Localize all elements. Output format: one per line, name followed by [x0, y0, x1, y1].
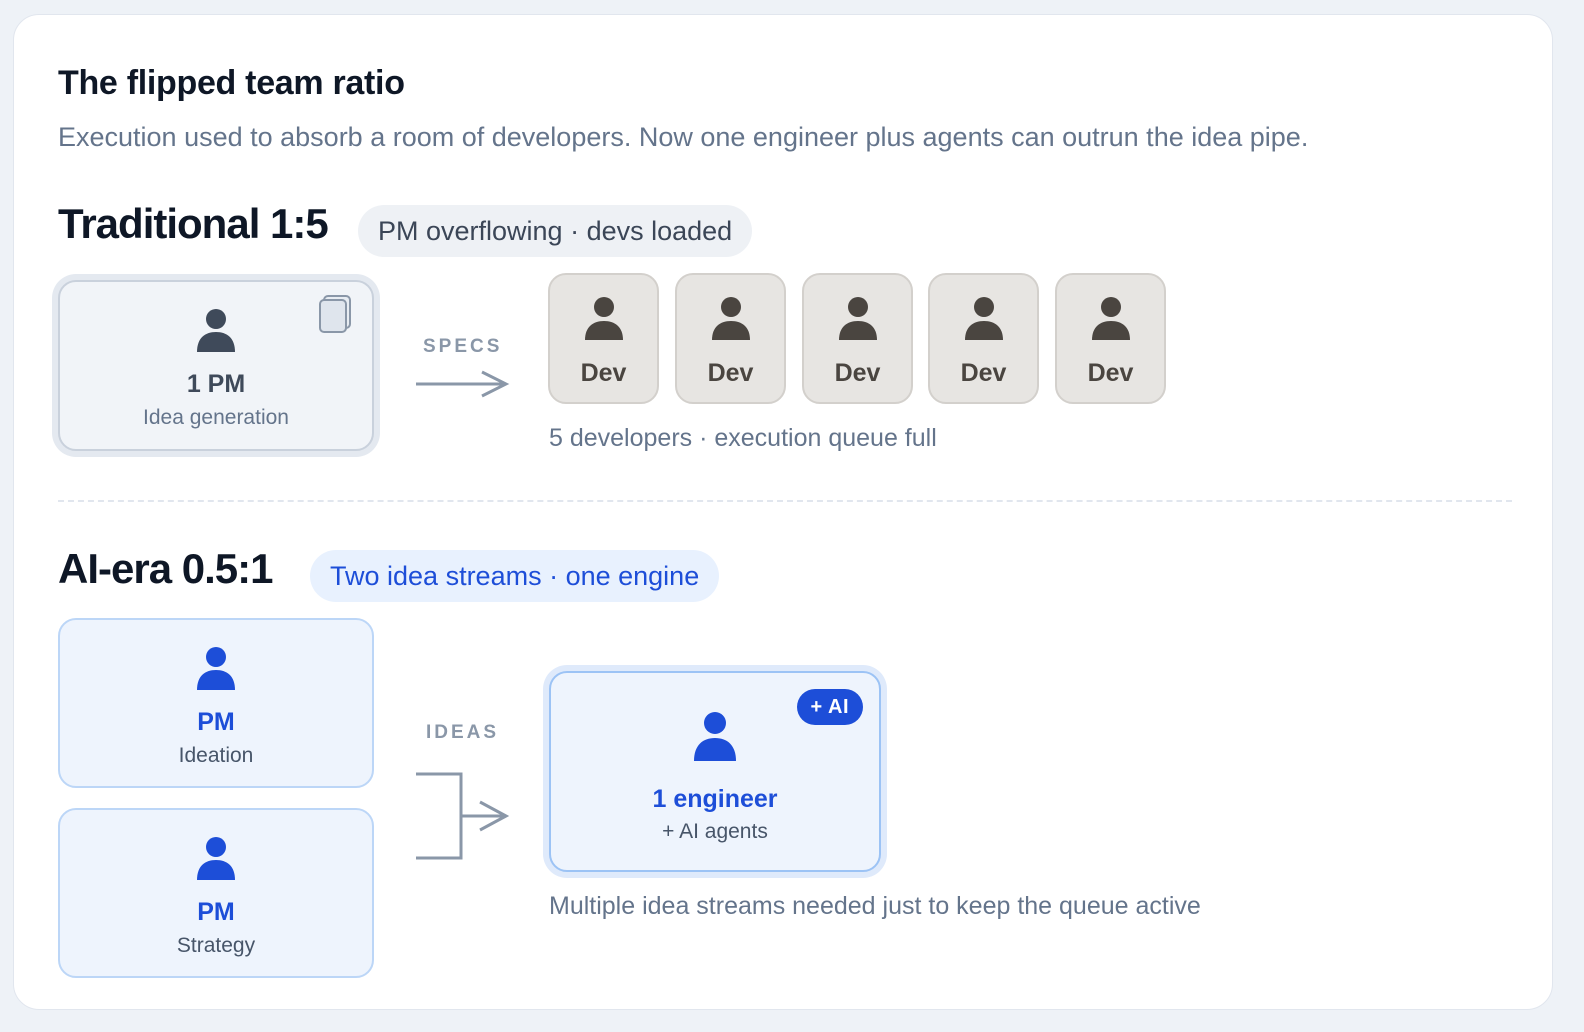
- ai-badge: + AI: [796, 689, 863, 725]
- person-icon: [197, 837, 235, 880]
- section-divider: [58, 500, 1512, 502]
- page-title: The flipped team ratio: [58, 64, 405, 102]
- pm-ideation-sublabel: Ideation: [178, 744, 254, 767]
- dev-card: Dev: [802, 273, 913, 404]
- pm-strategy-label: PM: [197, 898, 235, 926]
- merge-arrow-icon: [416, 772, 510, 860]
- pm-sublabel: Idea generation: [143, 406, 289, 429]
- pm-strategy-sublabel: Strategy: [176, 934, 256, 957]
- ideas-label: IDEAS: [426, 722, 500, 743]
- ai-era-caption: Multiple idea streams needed just to kee…: [549, 892, 1201, 920]
- person-icon: [964, 297, 1003, 340]
- pm-ideation-box: PM Ideation: [58, 618, 374, 788]
- pm-ideation-label: PM: [197, 708, 235, 736]
- specs-label: SPECS: [423, 336, 503, 357]
- pm-strategy-box: PM Strategy: [58, 808, 374, 978]
- ai-era-heading: AI-era 0.5:1: [58, 545, 273, 592]
- arrow-right-icon: [416, 370, 510, 398]
- person-icon: [838, 297, 877, 340]
- person-icon: [197, 647, 235, 690]
- traditional-heading: Traditional 1:5: [58, 200, 329, 247]
- dev-card: Dev: [1055, 273, 1166, 404]
- pm-label: 1 PM: [186, 370, 246, 398]
- page-subtitle: Execution used to absorb a room of devel…: [58, 122, 1309, 152]
- dev-label: Dev: [1087, 359, 1134, 387]
- ai-era-status-pill: Two idea streams · one engine: [310, 550, 720, 602]
- document-stack-icon: [319, 295, 351, 333]
- dev-card: Dev: [548, 273, 659, 404]
- person-icon: [197, 309, 235, 352]
- dev-card: Dev: [928, 273, 1039, 404]
- dev-label: Dev: [580, 359, 627, 387]
- person-icon: [1091, 297, 1130, 340]
- dev-label: Dev: [834, 359, 881, 387]
- dev-label: Dev: [960, 359, 1007, 387]
- person-icon: [711, 297, 750, 340]
- dev-label: Dev: [707, 359, 754, 387]
- engineer-label: 1 engineer: [652, 785, 778, 813]
- engineer-sublabel: + AI agents: [662, 820, 768, 843]
- traditional-pm-box: 1 PM Idea generation: [58, 280, 374, 451]
- dev-card: Dev: [675, 273, 786, 404]
- traditional-status-pill: PM overflowing · devs loaded: [358, 205, 753, 257]
- person-icon: [694, 712, 736, 761]
- engineer-box: + AI 1 engineer + AI agents: [549, 671, 881, 872]
- person-icon: [584, 297, 623, 340]
- traditional-caption: 5 developers · execution queue full: [549, 424, 937, 452]
